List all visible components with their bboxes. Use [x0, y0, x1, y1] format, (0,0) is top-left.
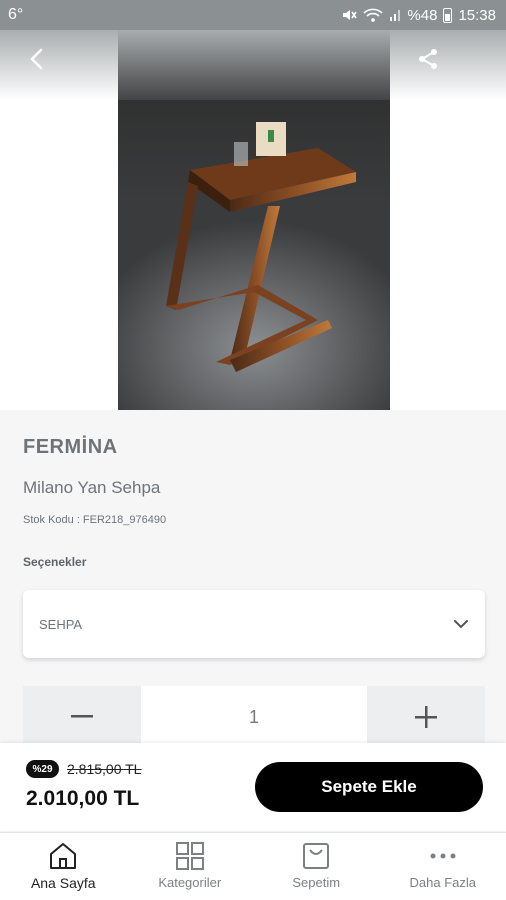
option-dropdown[interactable]: SEHPA — [23, 590, 485, 658]
status-icons: %48 15:38 — [341, 7, 496, 24]
plus-icon — [415, 706, 437, 728]
mute-icon — [343, 10, 358, 20]
nav-item-home[interactable]: Ana Sayfa — [0, 833, 127, 900]
add-to-cart-button[interactable]: Sepete Ekle — [255, 762, 483, 812]
shopping-bag-icon — [303, 843, 330, 869]
minus-icon — [71, 715, 93, 718]
price-bar: %29 2.815,00 TL 2.010,00 TL Sepete Ekle — [0, 743, 506, 831]
selected-option: SEHPA — [39, 616, 83, 632]
nav-label-categories: Kategoriler — [158, 875, 222, 890]
current-price: 2.010,00 TL — [26, 787, 140, 810]
nav-label-cart: Sepetim — [292, 875, 341, 890]
bottom-navigation: Ana Sayfa Kategoriler Sepetim Daha Fazla — [0, 832, 506, 900]
nav-label-more: Daha Fazla — [409, 875, 476, 890]
product-brand: FERMİNA — [23, 436, 118, 458]
battery-icon — [443, 7, 453, 23]
wifi-icon — [363, 8, 383, 22]
weather-temperature: 6° — [8, 6, 24, 23]
home-icon — [50, 843, 77, 869]
back-button[interactable] — [22, 44, 52, 74]
chevron-down-icon — [454, 620, 468, 629]
product-gallery[interactable] — [0, 30, 506, 410]
product-title: Milano Yan Sehpa — [23, 478, 161, 497]
share-icon — [419, 49, 437, 69]
options-heading: Seçenekler — [23, 555, 87, 569]
grid-icon — [175, 842, 204, 870]
nav-item-categories[interactable]: Kategoriler — [127, 833, 254, 900]
nav-item-more[interactable]: Daha Fazla — [380, 833, 506, 900]
nav-item-cart[interactable]: Sepetim — [253, 833, 380, 900]
share-button[interactable] — [412, 44, 444, 74]
stock-code: Stok Kodu : FER218_976490 — [23, 514, 167, 526]
decrease-quantity-button[interactable] — [23, 686, 141, 748]
clock: 15:38 — [458, 6, 496, 24]
chevron-left-icon — [30, 48, 43, 70]
battery-percent: %48 — [407, 6, 438, 24]
signal-icon — [390, 10, 401, 21]
status-bar: 6° %48 15:38 — [0, 0, 506, 30]
increase-quantity-button[interactable] — [367, 686, 485, 748]
quantity-value[interactable]: 1 — [141, 686, 367, 748]
quantity-stepper: 1 — [23, 686, 485, 748]
old-price: 2.815,00 TL — [67, 761, 142, 777]
discount-badge: %29 — [26, 760, 59, 778]
more-icon — [430, 853, 456, 859]
nav-label-home: Ana Sayfa — [30, 875, 96, 891]
